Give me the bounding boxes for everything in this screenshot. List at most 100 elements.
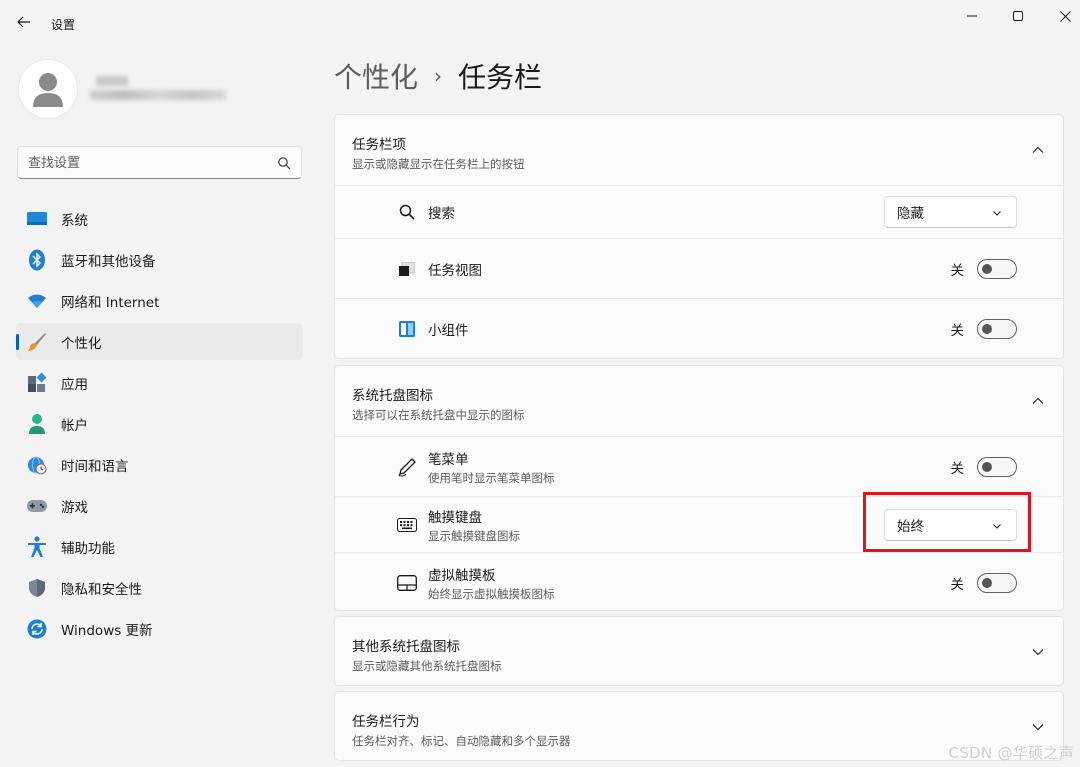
other-tray-icons-header[interactable]: 其他系统托盘图标 显示或隐藏其他系统托盘图标: [335, 617, 1063, 685]
settings-search-box[interactable]: [17, 146, 302, 179]
sidebar-item-accounts[interactable]: 帐户: [16, 405, 303, 442]
toggle-state-label: 关: [950, 460, 965, 477]
accessibility-icon: [26, 535, 48, 558]
watermark: CSDN @华硕之声: [948, 744, 1074, 762]
setting-row-search: 搜索 隐藏: [335, 185, 1063, 238]
toggle-state-label: 关: [950, 262, 965, 279]
setting-row-touch-keyboard: 触摸键盘 显示触摸键盘图标 始终: [335, 496, 1063, 552]
widgets-icon: [397, 319, 417, 339]
back-button[interactable]: [12, 10, 36, 34]
toggle-switch[interactable]: [977, 258, 1017, 279]
sidebar-item-privacy[interactable]: 隐私和安全性: [16, 569, 303, 606]
sidebar-nav: 系统 蓝牙和其他设备 网络和 Internet 个性化 应用 帐户 时间和语言 …: [16, 200, 303, 651]
maximize-button[interactable]: [1006, 6, 1030, 26]
chevron-down-icon[interactable]: [1031, 645, 1045, 659]
section-title: 系统托盘图标: [352, 388, 433, 404]
system-tray-icons-section: 系统托盘图标 选择可以在系统托盘中显示的图标 笔菜单 使用笔时显示笔菜单图标 关…: [334, 365, 1064, 611]
section-subtitle: 显示或隐藏显示在任务栏上的按钮: [352, 157, 525, 171]
sidebar-item-network[interactable]: 网络和 Internet: [16, 282, 303, 319]
setting-label: 笔菜单: [428, 451, 469, 468]
search-icon: [397, 202, 417, 222]
sidebar-item-label: 系统: [61, 212, 88, 229]
touchpad-icon: [397, 573, 417, 593]
sidebar-item-accessibility[interactable]: 辅助功能: [16, 528, 303, 565]
toggle-state-label: 关: [950, 322, 965, 339]
sidebar-item-label: 辅助功能: [61, 540, 115, 557]
pen-icon: [397, 457, 417, 477]
bluetooth-icon: [26, 249, 48, 271]
toggle-switch[interactable]: [977, 318, 1017, 339]
chevron-down-icon[interactable]: [1031, 720, 1045, 734]
shield-icon: [26, 577, 48, 599]
section-subtitle: 显示或隐藏其他系统托盘图标: [352, 659, 502, 673]
other-tray-icons-section[interactable]: 其他系统托盘图标 显示或隐藏其他系统托盘图标: [334, 616, 1064, 686]
breadcrumb-parent-link[interactable]: 个性化: [334, 56, 418, 96]
sidebar-item-label: 应用: [61, 376, 88, 393]
setting-row-pen-menu: 笔菜单 使用笔时显示笔菜单图标 关: [335, 436, 1063, 496]
sidebar-item-label: 网络和 Internet: [61, 294, 160, 311]
widgets-toggle[interactable]: 关: [950, 318, 1017, 339]
section-title: 任务栏项: [352, 137, 406, 153]
sidebar-item-label: 帐户: [61, 417, 88, 434]
sidebar-item-bluetooth[interactable]: 蓝牙和其他设备: [16, 241, 303, 278]
setting-description: 始终显示虚拟触摸板图标: [428, 586, 555, 601]
breadcrumb: 个性化 › 任务栏: [334, 56, 542, 96]
sidebar-item-system[interactable]: 系统: [16, 200, 303, 237]
sidebar-item-gaming[interactable]: 游戏: [16, 487, 303, 524]
breadcrumb-separator: ›: [434, 64, 443, 88]
minimize-icon: [967, 15, 977, 17]
avatar[interactable]: [18, 59, 78, 119]
toggle-switch[interactable]: [977, 456, 1017, 477]
setting-label: 小组件: [428, 322, 469, 339]
search-icon[interactable]: [277, 156, 291, 170]
setting-label: 搜索: [428, 206, 455, 222]
minimize-button[interactable]: [960, 6, 984, 26]
sidebar-item-label: 时间和语言: [61, 458, 129, 475]
keyboard-icon: [397, 515, 417, 535]
chevron-down-icon: [993, 211, 1001, 216]
apps-icon: [26, 372, 48, 394]
section-subtitle: 选择可以在系统托盘中显示的图标: [352, 408, 525, 422]
blurred-user-name: [88, 74, 228, 108]
sidebar-item-windows-update[interactable]: Windows 更新: [16, 610, 303, 647]
close-button[interactable]: [1053, 6, 1077, 26]
app-title: 设置: [51, 18, 76, 32]
toggle-switch[interactable]: [977, 572, 1017, 593]
virtual-touchpad-toggle[interactable]: 关: [951, 572, 1017, 593]
sidebar-item-time-language[interactable]: 时间和语言: [16, 446, 303, 483]
sidebar-item-label: 游戏: [61, 499, 88, 516]
setting-label: 虚拟触摸板: [428, 567, 496, 584]
chevron-up-icon[interactable]: [1031, 143, 1045, 157]
system-tray-icons-header[interactable]: 系统托盘图标 选择可以在系统托盘中显示的图标: [335, 366, 1063, 436]
section-title: 任务栏行为: [352, 714, 420, 730]
task-view-icon: [397, 259, 417, 279]
setting-label: 任务视图: [428, 262, 482, 279]
page-title: 任务栏: [458, 61, 543, 94]
chevron-down-icon: [993, 523, 1001, 529]
search-input[interactable]: [28, 153, 268, 173]
setting-row-widgets: 小组件 关: [335, 298, 1063, 358]
taskbar-items-header[interactable]: 任务栏项 显示或隐藏显示在任务栏上的按钮: [335, 115, 1063, 185]
setting-description: 使用笔时显示笔菜单图标: [428, 470, 555, 485]
globe-clock-icon: [26, 454, 48, 476]
update-icon: [26, 618, 48, 640]
system-display-icon: [26, 208, 48, 230]
touch-keyboard-dropdown[interactable]: 始终: [884, 508, 1017, 541]
sidebar-item-apps[interactable]: 应用: [16, 364, 303, 401]
user-silhouette-icon: [33, 73, 63, 107]
close-icon: [1059, 10, 1071, 22]
setting-row-virtual-touchpad: 虚拟触摸板 始终显示虚拟触摸板图标 关: [335, 552, 1063, 610]
task-view-toggle[interactable]: 关: [950, 258, 1017, 279]
sidebar-item-label: 隐私和安全性: [61, 581, 142, 598]
back-arrow-icon: [17, 16, 30, 28]
dropdown-value: 始终: [897, 518, 924, 535]
search-visibility-dropdown[interactable]: 隐藏: [884, 196, 1017, 228]
sidebar-item-label: 个性化: [61, 335, 102, 352]
taskbar-items-section: 任务栏项 显示或隐藏显示在任务栏上的按钮 搜索 隐藏 任务视图 关 小组件 关: [334, 114, 1064, 359]
sidebar-item-personalization[interactable]: 个性化: [16, 323, 303, 360]
chevron-up-icon[interactable]: [1031, 394, 1045, 408]
pen-menu-toggle[interactable]: 关: [950, 456, 1017, 477]
section-title: 其他系统托盘图标: [352, 639, 460, 655]
wifi-icon: [26, 290, 48, 312]
setting-label: 触摸键盘: [428, 509, 482, 526]
